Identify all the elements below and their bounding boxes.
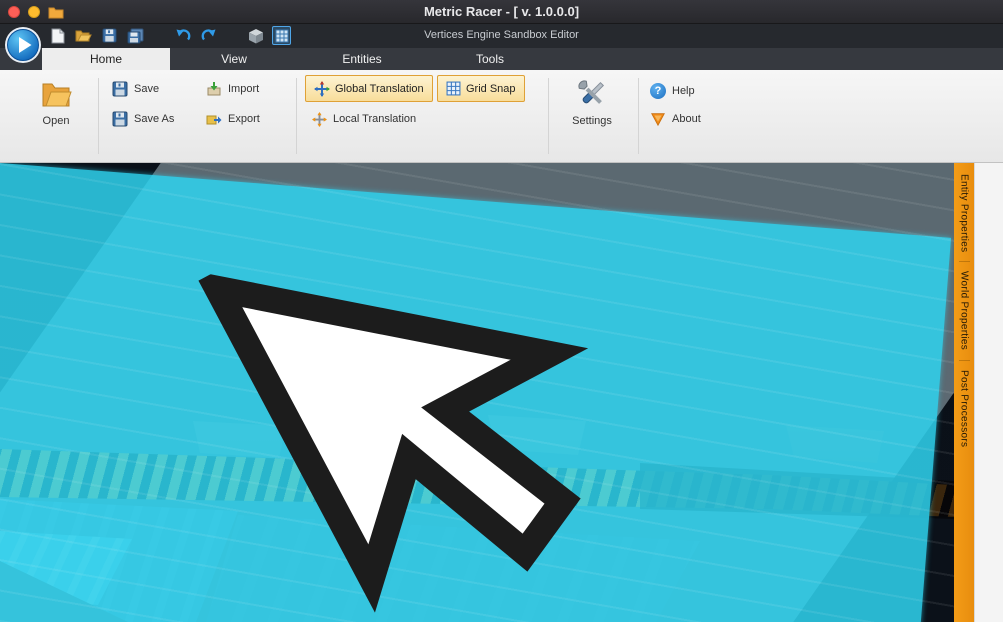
- save-label: Save: [134, 83, 159, 95]
- app-window: Metric Racer - [ v. 1.0.0.0] Vertices En…: [0, 0, 1003, 622]
- ribbon: Open Save Save As: [0, 70, 1003, 163]
- play-button[interactable]: [4, 26, 42, 64]
- quick-access-toolbar: Vertices Engine Sandbox Editor: [0, 24, 1003, 48]
- tab-entities[interactable]: Entities: [298, 48, 426, 70]
- export-button[interactable]: Export: [206, 108, 260, 130]
- about-label: About: [672, 113, 701, 125]
- tab-post-processors[interactable]: Post Processors: [959, 360, 970, 456]
- minimize-button[interactable]: [28, 6, 40, 18]
- export-label: Export: [228, 113, 260, 125]
- help-button[interactable]: ? Help: [650, 80, 695, 102]
- window-title: Metric Racer - [ v. 1.0.0.0]: [424, 4, 579, 19]
- undo-button[interactable]: [173, 26, 192, 45]
- save-all-icon: [127, 28, 144, 44]
- import-icon: [206, 81, 222, 97]
- cube-icon: [248, 28, 264, 44]
- ribbon-separator: [638, 78, 639, 154]
- open-file-icon: [75, 29, 92, 43]
- new-file-icon: [51, 28, 65, 44]
- redo-button[interactable]: [199, 26, 218, 45]
- close-button[interactable]: [8, 6, 20, 18]
- ribbon-separator: [98, 78, 99, 154]
- save-icon: [102, 28, 117, 43]
- settings-label: Settings: [572, 115, 612, 127]
- import-label: Import: [228, 83, 259, 95]
- side-panel-tab-strip: Entity Properties World Properties Post …: [954, 163, 974, 622]
- settings-button[interactable]: Settings: [563, 78, 621, 127]
- tab-home[interactable]: Home: [42, 48, 170, 70]
- grid-toggle-button[interactable]: [272, 26, 291, 45]
- ribbon-tab-bar: Home View Entities Tools: [0, 48, 1003, 70]
- local-translation-icon: [312, 112, 327, 127]
- grid-snap-icon: [446, 81, 461, 96]
- grid-snap-label: Grid Snap: [466, 83, 516, 95]
- play-icon: [4, 26, 42, 64]
- save-icon: [112, 81, 128, 97]
- help-icon: ?: [650, 83, 666, 99]
- grid-snap-button[interactable]: Grid Snap: [437, 75, 525, 102]
- tab-world-properties[interactable]: World Properties: [959, 261, 970, 359]
- global-translation-button[interactable]: Global Translation: [305, 75, 433, 102]
- export-icon: [206, 111, 222, 127]
- save-button[interactable]: Save: [112, 78, 159, 100]
- help-glyph: ?: [655, 85, 662, 97]
- settings-icon: [576, 78, 608, 110]
- help-label: Help: [672, 85, 695, 97]
- open-folder-icon: [40, 78, 72, 110]
- titlebar: Metric Racer - [ v. 1.0.0.0]: [0, 0, 1003, 24]
- cube-view-button[interactable]: [246, 26, 265, 45]
- toolbar-icons: [48, 26, 291, 45]
- global-translation-icon: [314, 81, 330, 97]
- about-button[interactable]: About: [650, 108, 701, 130]
- collapsed-panel-gutter: [974, 163, 1003, 622]
- ribbon-separator: [296, 78, 297, 154]
- grid-toggle-icon: [275, 29, 289, 43]
- import-button[interactable]: Import: [206, 78, 259, 100]
- undo-icon: [175, 28, 191, 44]
- save-file-button[interactable]: [100, 26, 119, 45]
- tab-entity-properties[interactable]: Entity Properties: [959, 165, 970, 261]
- open-label: Open: [43, 115, 70, 127]
- tab-tools[interactable]: Tools: [426, 48, 554, 70]
- open-button[interactable]: Open: [30, 78, 82, 127]
- about-icon: [650, 111, 666, 127]
- global-translation-label: Global Translation: [335, 83, 424, 95]
- open-file-button[interactable]: [74, 26, 93, 45]
- viewport-3d-scene[interactable]: [0, 163, 954, 622]
- ribbon-separator: [548, 78, 549, 154]
- redo-icon: [201, 28, 217, 44]
- save-all-button[interactable]: [126, 26, 145, 45]
- save-as-label: Save As: [134, 113, 174, 125]
- save-as-icon: [112, 111, 128, 127]
- local-translation-label: Local Translation: [333, 113, 416, 125]
- window-controls: [8, 0, 64, 24]
- tab-view[interactable]: View: [170, 48, 298, 70]
- folder-icon: [48, 6, 64, 19]
- save-as-button[interactable]: Save As: [112, 108, 174, 130]
- local-translation-button[interactable]: Local Translation: [312, 108, 416, 130]
- new-file-button[interactable]: [48, 26, 67, 45]
